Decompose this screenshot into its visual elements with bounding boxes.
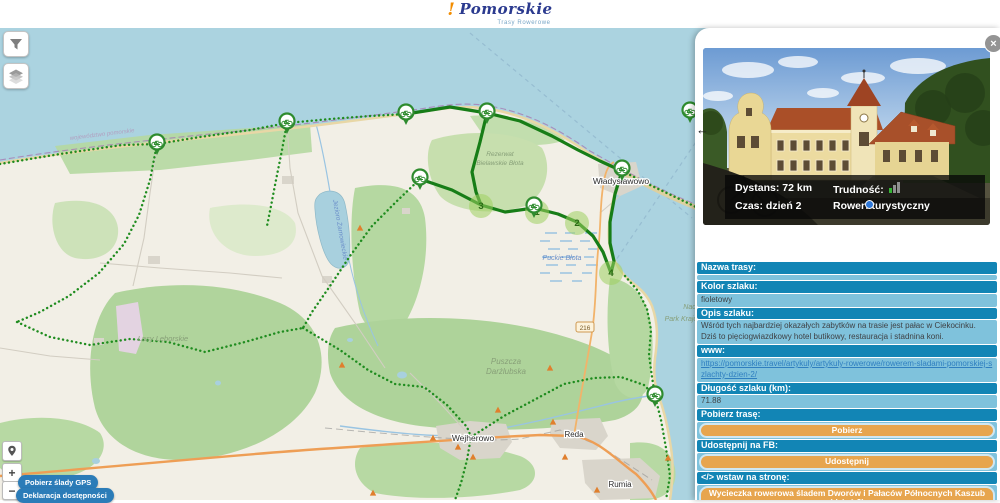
label-town-wejherowo: Wejherowo — [452, 433, 495, 443]
top-bar: ! Pomorskie Trasy Rowerowe — [0, 0, 1000, 28]
route-url-link[interactable]: https://pomorskie.travel/artykuly/artyku… — [701, 359, 992, 379]
label-reserve-1: Rezerwat — [486, 151, 515, 158]
download-route-button[interactable]: Pobierz — [699, 423, 995, 439]
photo-prev-arrow[interactable]: ← — [696, 122, 709, 137]
special-area — [116, 302, 143, 354]
caption-time: Czas: dzień 2 — [735, 200, 802, 212]
filter-icon — [10, 39, 22, 50]
caption-bike-type: Rower: turystyczny — [833, 200, 930, 212]
row-label-pobierz-trase: Pobierz trasę: — [697, 409, 997, 422]
layers-button[interactable] — [3, 63, 29, 89]
svg-text:3: 3 — [478, 201, 483, 212]
close-panel-button[interactable]: × — [984, 34, 1000, 53]
logo-exclamation-icon: ! — [447, 0, 455, 20]
layers-icon — [9, 69, 23, 84]
label-puszcza-2: Darżlubska — [486, 367, 527, 376]
row-label-udostepnij-fb: Udostępnij na FB: — [697, 440, 997, 453]
row-value-www: https://pomorskie.travel/artykuly/artyku… — [697, 357, 997, 382]
route-details-panel: ← Dystans: 72 km Trudność: Czas: dzień 2… — [695, 28, 1000, 500]
row-label-kolor-szlaku: Kolor szlaku: — [697, 280, 997, 293]
row-value-opis-szlaku: Wśród tych najbardziej okazałych zabytkó… — [697, 320, 997, 345]
svg-text:4: 4 — [608, 268, 614, 279]
locate-button[interactable] — [2, 441, 22, 461]
row-value-kolor-szlaku: fioletowy — [697, 293, 997, 307]
row-label-opis-szlaku: Opis szlaku: — [697, 307, 997, 320]
row-label-wstaw-na-strone: </> wstaw na stronę: — [697, 471, 997, 484]
cursor-dot-icon — [865, 200, 874, 209]
caption-difficulty-label: Trudność: — [833, 184, 884, 196]
road-shield: 216 — [575, 321, 595, 333]
photo-caption-overlay: Dystans: 72 km Trudność: Czas: dzień 2 R… — [725, 175, 985, 219]
accessibility-declaration-button[interactable]: Deklaracja dostępności — [16, 488, 114, 503]
route-stage-marker-2[interactable]: 2 — [565, 211, 589, 235]
label-reserve-2: Bielawskie Błota — [476, 160, 524, 167]
row-label-dlugosc-szlaku: Długość szlaku (km): — [697, 382, 997, 395]
route-stage-marker-4[interactable]: 4 — [599, 261, 623, 285]
label-puszcza: Puszcza — [491, 357, 522, 366]
route-stage-marker-3[interactable]: 3 — [469, 194, 493, 218]
svg-text:216: 216 — [580, 325, 591, 332]
route-attributes: Nazwa trasy: Kolor szlaku: fioletowy Opi… — [697, 261, 997, 500]
difficulty-bars-icon — [888, 182, 900, 193]
share-facebook-button[interactable]: Udostępnij — [699, 454, 995, 470]
row-embed: Wycieczka rowerowa śladem Dworów i Pałac… — [697, 484, 997, 500]
row-value-dlugosc-szlaku: 71.88 — [697, 395, 997, 409]
filter-button[interactable] — [3, 31, 29, 57]
logo-title: Pomorskie — [459, 0, 553, 18]
row-pobierz: Pobierz — [697, 422, 997, 440]
row-udostepnij: Udostępnij — [697, 453, 997, 471]
route-photo: Dystans: 72 km Trudność: Czas: dzień 2 R… — [703, 48, 990, 225]
logo-subtitle: Trasy Rowerowe — [497, 20, 551, 26]
label-town-reda: Reda — [564, 430, 584, 439]
location-pin-icon — [8, 445, 16, 456]
pomorskie-logo[interactable]: ! Pomorskie Trasy Rowerowe — [447, 0, 553, 27]
caption-difficulty: Trudność: — [833, 182, 975, 196]
label-town-rumia: Rumia — [608, 480, 632, 489]
embed-route-button[interactable]: Wycieczka rowerowa śladem Dworów i Pałac… — [699, 485, 995, 500]
caption-distance: Dystans: 72 km — [735, 182, 813, 194]
svg-text:2: 2 — [574, 218, 579, 229]
row-value-nazwa-trasy — [697, 274, 997, 280]
label-lasy: Lasy Lęborskie — [138, 334, 188, 343]
row-label-nazwa-trasy: Nazwa trasy: — [697, 262, 997, 274]
label-wetland: Puckie Błota — [543, 255, 582, 262]
row-label-www: www: — [697, 345, 997, 357]
